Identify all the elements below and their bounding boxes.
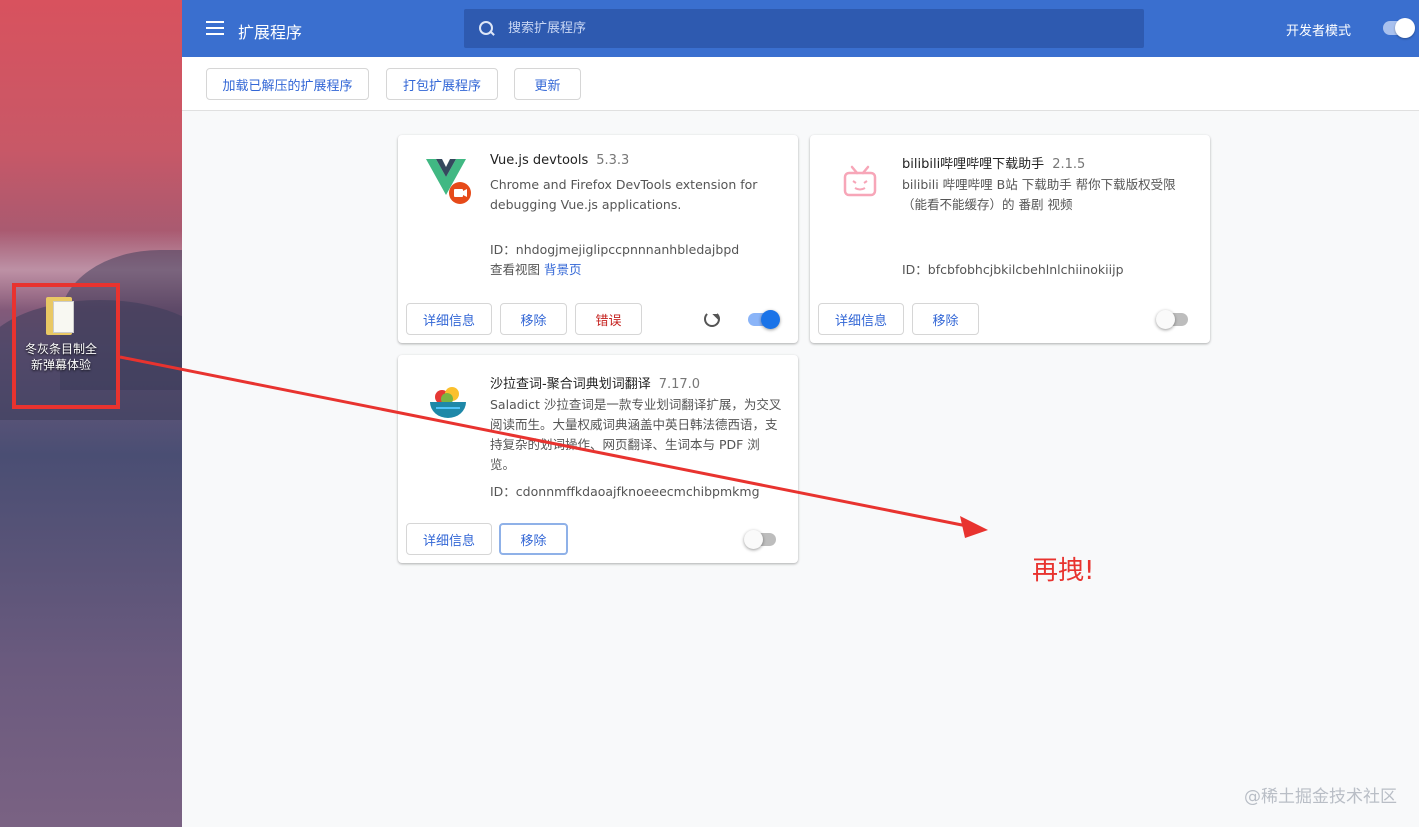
extension-title: Vue.js devtools bbox=[490, 153, 589, 168]
header-bar: 扩展程序 开发者模式 bbox=[182, 0, 1419, 57]
background-page-link[interactable]: 背景页 bbox=[544, 262, 582, 277]
details-button[interactable]: 详细信息 bbox=[406, 303, 492, 335]
reload-icon[interactable] bbox=[704, 311, 720, 327]
search-input[interactable] bbox=[508, 21, 1108, 36]
extensions-page: 扩展程序 开发者模式 加载已解压的扩展程序 打包扩展程序 更新 Vue.js d… bbox=[182, 0, 1419, 827]
extension-title: bilibili哔哩哔哩下载助手 bbox=[902, 157, 1045, 172]
dev-mode-toggle[interactable] bbox=[1383, 18, 1415, 38]
enable-toggle[interactable] bbox=[748, 310, 780, 329]
errors-button[interactable]: 错误 bbox=[575, 303, 642, 335]
remove-button[interactable]: 移除 bbox=[500, 303, 567, 335]
inspect-views-label: 查看视图 bbox=[490, 262, 541, 277]
extension-description: bilibili 哔哩哔哩 B站 下载助手 帮你下载版权受限（能看不能缓存）的 … bbox=[902, 177, 1176, 212]
highlight-box bbox=[12, 283, 120, 409]
details-button[interactable]: 详细信息 bbox=[818, 303, 904, 335]
inspect-views: 查看视图 背景页 bbox=[490, 259, 582, 278]
extension-id: ID：cdonnmffkdaoajfknoeeecmchibpmkmg bbox=[490, 484, 760, 499]
enable-toggle[interactable] bbox=[744, 530, 776, 549]
extension-version: 5.3.3 bbox=[596, 153, 630, 168]
menu-icon[interactable] bbox=[206, 21, 224, 35]
extension-title: 沙拉查词-聚合词典划词翻译 bbox=[490, 377, 651, 392]
extension-name: Vue.js devtools 5.3.3 bbox=[490, 153, 629, 168]
update-button[interactable]: 更新 bbox=[514, 68, 581, 100]
toolbar: 加载已解压的扩展程序 打包扩展程序 更新 bbox=[182, 57, 1419, 111]
page-title: 扩展程序 bbox=[238, 23, 303, 42]
extension-id: ID：nhdogjmejiglipccpnnnanhbledajbpd bbox=[490, 242, 740, 257]
enable-toggle[interactable] bbox=[1156, 310, 1188, 329]
remove-button[interactable]: 移除 bbox=[912, 303, 979, 335]
extension-card-bilibili: bilibili哔哩哔哩下载助手 2.1.5 bilibili 哔哩哔哩 B站 下… bbox=[810, 135, 1210, 343]
extension-version: 2.1.5 bbox=[1052, 157, 1086, 172]
saladict-bowl-icon bbox=[430, 387, 466, 418]
pack-extension-button[interactable]: 打包扩展程序 bbox=[386, 68, 498, 100]
desktop-wallpaper: 冬灰条目制全 新弹幕体验 bbox=[0, 0, 182, 827]
dev-mode-label: 开发者模式 bbox=[1285, 24, 1351, 39]
extension-version: 7.17.0 bbox=[658, 377, 701, 392]
extension-name: bilibili哔哩哔哩下载助手 2.1.5 bbox=[902, 153, 1085, 172]
annotation-text: 再拽! bbox=[1032, 556, 1095, 586]
extension-description: Chrome and Firefox DevTools extension fo… bbox=[490, 177, 758, 212]
remove-button[interactable]: 移除 bbox=[499, 523, 568, 555]
search-box[interactable] bbox=[464, 9, 1144, 48]
vue-logo-icon bbox=[426, 159, 471, 204]
bilibili-tv-icon bbox=[843, 165, 877, 197]
extension-card-saladict: 沙拉查词-聚合词典划词翻译 7.17.0 Saladict 沙拉查词是一款专业划词… bbox=[398, 355, 798, 563]
search-icon bbox=[478, 20, 496, 38]
extension-description: Saladict 沙拉查词是一款专业划词翻译扩展，为交叉阅读而生。大量权威词典涵… bbox=[490, 397, 782, 472]
extension-id: ID：bfcbfobhcjbkilcbehlnlchiinokiijp bbox=[902, 262, 1124, 277]
extension-name: 沙拉查词-聚合词典划词翻译 7.17.0 bbox=[490, 373, 700, 392]
extension-card-vue-devtools: Vue.js devtools 5.3.3 Chrome and Firefox … bbox=[398, 135, 798, 343]
load-unpacked-button[interactable]: 加载已解压的扩展程序 bbox=[206, 68, 369, 100]
details-button[interactable]: 详细信息 bbox=[406, 523, 492, 555]
watermark: @稀土掘金技术社区 bbox=[1244, 787, 1397, 807]
